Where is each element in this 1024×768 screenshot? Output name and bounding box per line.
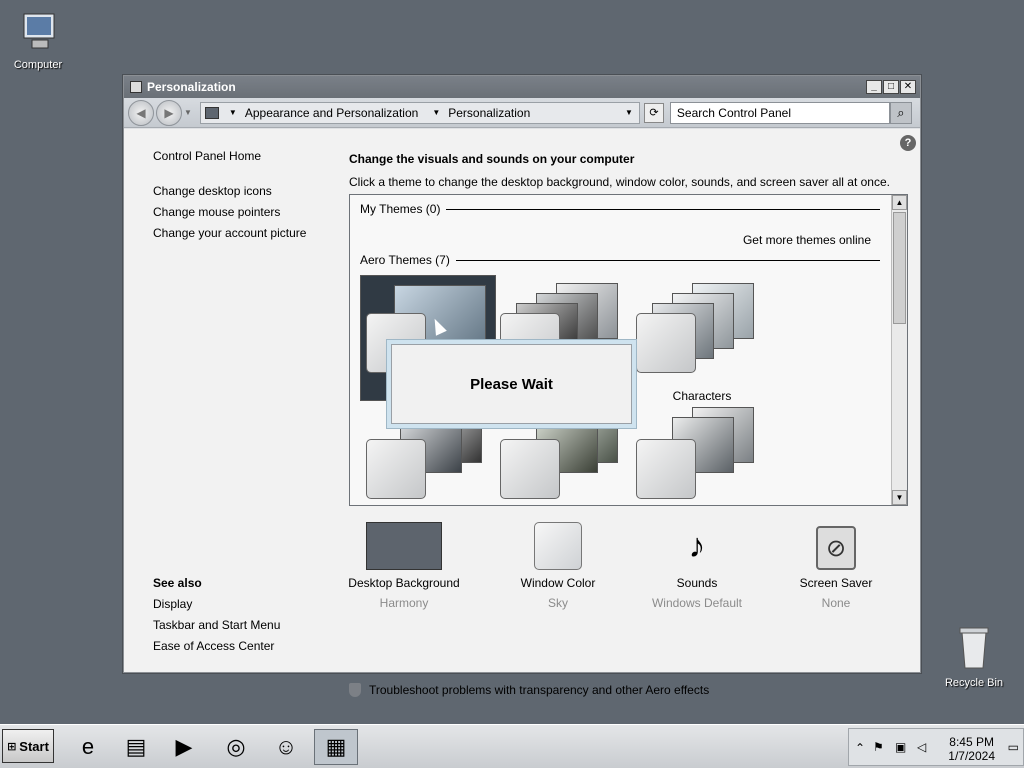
breadcrumb-appearance[interactable]: Appearance and Personalization — [245, 106, 418, 120]
troubleshoot-link[interactable]: Troubleshoot problems with transparency … — [349, 683, 709, 697]
desktop-computer-icon[interactable]: Computer — [0, 10, 76, 71]
computer-icon — [23, 13, 55, 49]
search-icon[interactable]: ⌕ — [889, 101, 912, 124]
recycle-bin-label: Recycle Bin — [944, 677, 1004, 689]
shield-icon — [349, 683, 361, 697]
control-panel-home-link[interactable]: Control Panel Home — [153, 149, 261, 163]
control-panel-icon — [204, 106, 219, 119]
windows-logo-icon: ⊞ — [7, 740, 17, 753]
desktop-background-icon — [366, 522, 442, 570]
maximize-button[interactable]: □ — [883, 80, 899, 94]
sounds-tile[interactable]: ♪ Sounds Windows Default — [632, 522, 762, 610]
tray-expand-icon[interactable]: ⌃ — [855, 741, 865, 755]
my-themes-label: My Themes (0) — [360, 202, 441, 216]
volume-muted-icon[interactable]: ◁ — [917, 740, 926, 754]
media-player-icon[interactable]: ▶ — [162, 729, 206, 765]
desktop-background-tile[interactable]: Desktop Background Harmony — [339, 522, 469, 610]
troubleshoot-label: Troubleshoot problems with transparency … — [369, 683, 710, 697]
chevron-icon[interactable]: ▼ — [229, 108, 237, 117]
show-desktop-icon[interactable]: ▭ — [1008, 740, 1019, 754]
address-bar: ◀ ▶ ▼ ▼ Appearance and Personalization ▼… — [124, 98, 920, 128]
display-link[interactable]: Display — [153, 597, 192, 611]
chevron-icon[interactable]: ▼ — [432, 108, 440, 117]
window-color-tile[interactable]: Window Color Sky — [493, 522, 623, 610]
page-title: Change the visuals and sounds on your co… — [349, 152, 635, 166]
internet-explorer-icon[interactable]: e — [66, 729, 110, 765]
close-button[interactable]: ✕ — [900, 80, 916, 94]
theme-settings-tiles: Desktop Background Harmony Window Color … — [348, 522, 889, 622]
scroll-down-icon[interactable]: ▼ — [892, 490, 907, 505]
scroll-thumb[interactable] — [893, 212, 906, 324]
screen-saver-value: None — [821, 596, 851, 610]
clock-date: 1/7/2024 — [948, 749, 995, 763]
control-panel-taskbar-icon[interactable]: ▦ — [314, 729, 358, 765]
clock[interactable]: 8:45 PM 1/7/2024 — [948, 735, 995, 763]
change-desktop-icons-link[interactable]: Change desktop icons — [153, 184, 272, 198]
network-icon[interactable]: ▣ — [895, 740, 906, 754]
system-tray: ⌃ ⚑ ▣ ◁ 8:45 PM 1/7/2024 ▭ — [848, 728, 1024, 766]
recycle-bin-icon — [959, 627, 989, 669]
back-button[interactable]: ◀ — [128, 99, 154, 126]
chrome-icon[interactable]: ◎ — [214, 729, 258, 765]
screen-saver-label: Screen Saver — [799, 576, 873, 590]
minimize-button[interactable]: _ — [866, 80, 882, 94]
theme-list-scrollbar[interactable]: ▲ ▼ — [891, 195, 907, 505]
address-dropdown-icon[interactable]: ▼ — [625, 108, 633, 117]
start-button[interactable]: ⊞ Start — [2, 729, 54, 763]
window-color-label: Window Color — [520, 576, 596, 590]
help-icon[interactable]: ? — [900, 135, 916, 151]
theme-item[interactable] — [632, 405, 772, 505]
breadcrumb-personalization[interactable]: Personalization — [448, 106, 530, 120]
my-themes-section: My Themes (0) — [360, 202, 880, 216]
sounds-value: Windows Default — [651, 596, 743, 610]
taskbar-start-menu-link[interactable]: Taskbar and Start Menu — [153, 618, 280, 632]
see-also-heading: See also — [153, 576, 202, 590]
window-icon — [130, 81, 142, 93]
scroll-up-icon[interactable]: ▲ — [892, 195, 907, 210]
search-input[interactable]: Search Control Panel — [669, 101, 890, 124]
page-subtitle: Click a theme to change the desktop back… — [349, 175, 890, 189]
history-chevron-icon[interactable]: ▼ — [184, 108, 192, 117]
change-mouse-pointers-link[interactable]: Change mouse pointers — [153, 205, 280, 219]
left-pane: Control Panel Home Change desktop icons … — [124, 129, 329, 672]
users-icon[interactable]: ☺ — [264, 729, 308, 765]
window-title: Personalization — [147, 80, 236, 94]
sounds-label: Sounds — [676, 576, 718, 590]
forward-button[interactable]: ▶ — [156, 99, 182, 126]
breadcrumb[interactable]: ▼ Appearance and Personalization ▼ Perso… — [199, 101, 640, 124]
aero-themes-section: Aero Themes (7) — [360, 253, 880, 267]
aero-themes-label: Aero Themes (7) — [360, 253, 450, 267]
please-wait-dialog: Please Wait — [386, 339, 637, 429]
action-center-flag-icon[interactable]: ⚑ — [873, 740, 884, 754]
window-color-icon — [534, 522, 582, 570]
desktop-recycle-bin-icon[interactable]: Recycle Bin — [936, 624, 1012, 689]
ease-of-access-link[interactable]: Ease of Access Center — [153, 639, 274, 653]
clock-time: 8:45 PM — [949, 735, 994, 749]
theme-name-characters: Characters — [672, 389, 732, 403]
sounds-icon: ♪ — [688, 527, 706, 565]
taskbar: ⊞ Start e ▤ ▶ ◎ ☺ ▦ ⌃ ⚑ ▣ ◁ 8:45 PM 1/7/… — [0, 724, 1024, 768]
desktop-background-value: Harmony — [379, 596, 429, 610]
please-wait-text: Please Wait — [391, 344, 632, 424]
screen-saver-tile[interactable]: ⊘ Screen Saver None — [771, 522, 901, 610]
desktop-background-label: Desktop Background — [348, 576, 460, 590]
refresh-button[interactable]: ⟳ — [643, 102, 664, 123]
start-label: Start — [19, 738, 49, 754]
screen-saver-icon: ⊘ — [816, 526, 856, 570]
get-more-themes-link[interactable]: Get more themes online — [743, 233, 871, 247]
file-explorer-icon[interactable]: ▤ — [114, 729, 158, 765]
change-account-picture-link[interactable]: Change your account picture — [153, 226, 306, 240]
theme-item[interactable]: Characters — [632, 283, 772, 403]
window-color-value: Sky — [547, 596, 568, 610]
title-bar[interactable]: Personalization _ □ ✕ — [124, 76, 920, 98]
computer-label: Computer — [13, 59, 63, 71]
